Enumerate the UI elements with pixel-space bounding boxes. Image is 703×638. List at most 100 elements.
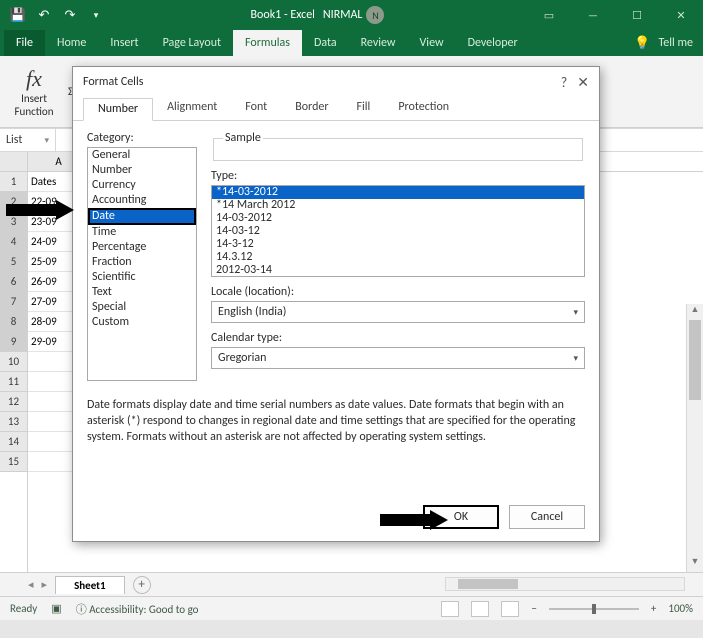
user-badge[interactable]: NIRMAL N [323,6,385,24]
dialog-titlebar[interactable]: Format Cells ? ✕ [73,67,599,97]
zoom-slider[interactable] [549,608,639,610]
row-header[interactable]: 13 [0,412,27,432]
zoom-handle[interactable] [592,604,596,614]
category-item[interactable]: Number [88,163,196,178]
row-header[interactable]: 15 [0,452,27,472]
window-controls: ▭ — ☐ ✕ [527,0,703,30]
sample-label: Sample [223,131,263,145]
category-item[interactable]: Text [88,285,196,300]
accessibility-status[interactable]: ⓘ Accessibility: Good to go [76,601,199,617]
row-header[interactable]: 7 [0,292,27,312]
dialog-tab-font[interactable]: Font [231,97,281,120]
zoom-in-button[interactable]: + [651,602,656,615]
tab-home[interactable]: Home [45,30,98,56]
view-normal-button[interactable] [441,601,459,617]
type-item[interactable]: 14-3-12 [212,238,584,251]
sheet-nav-next-icon[interactable]: ▸ [42,578,48,591]
ribbon-display-options-icon[interactable]: ▭ [527,0,571,30]
sample-box: Sample [213,131,583,161]
type-item[interactable]: 14-03-12 [212,225,584,238]
tab-formulas[interactable]: Formulas [233,30,302,56]
maximize-button[interactable]: ☐ [615,0,659,30]
scroll-thumb[interactable] [458,579,518,589]
row-header[interactable]: 12 [0,392,27,412]
chevron-down-icon: ▾ [573,353,578,364]
dialog-tab-alignment[interactable]: Alignment [153,97,231,120]
insert-function-label: Insert Function [6,92,62,118]
tab-data[interactable]: Data [302,30,349,56]
cancel-button[interactable]: Cancel [509,505,585,529]
tab-file[interactable]: File [4,30,45,56]
type-list[interactable]: *14-03-2012*14 March 201214-03-201214-03… [211,185,585,277]
tab-developer[interactable]: Developer [456,30,530,56]
zoom-value[interactable]: 100% [668,602,693,615]
scroll-thumb[interactable] [689,320,701,400]
row-header[interactable]: 14 [0,432,27,452]
save-icon[interactable]: 💾 [6,3,30,27]
sheet-tab-bar: ◂ ▸ Sheet1 + [0,572,703,596]
type-item[interactable]: 2012-03-14 [212,264,584,277]
format-description: Date formats display date and time seria… [87,397,585,446]
macro-record-icon[interactable]: ▣ [51,602,61,615]
view-page-layout-button[interactable] [471,601,489,617]
row-header[interactable]: 9 [0,332,27,352]
tab-page-layout[interactable]: Page Layout [151,30,233,56]
category-item[interactable]: Custom [88,315,196,330]
tab-view[interactable]: View [408,30,456,56]
category-label: Category: [87,131,197,145]
category-item[interactable]: Percentage [88,240,196,255]
tab-review[interactable]: Review [349,30,408,56]
horizontal-scrollbar[interactable] [445,577,685,591]
tellme-label[interactable]: Tell me [658,36,693,50]
sheet-nav-prev-icon[interactable]: ◂ [28,578,34,591]
select-all-corner[interactable] [0,152,27,172]
row-header[interactable]: 4 [0,232,27,252]
category-list[interactable]: GeneralNumberCurrencyAccountingDateTimeP… [87,147,197,381]
ribbon-tabs: File Home Insert Page Layout Formulas Da… [0,30,703,56]
row-header[interactable]: 5 [0,252,27,272]
qat-customize-icon[interactable]: ▾ [84,3,108,27]
tab-insert[interactable]: Insert [98,30,150,56]
category-item[interactable]: Currency [88,178,196,193]
name-box[interactable]: List ▾ [0,129,56,151]
close-window-button[interactable]: ✕ [659,0,703,30]
quick-access-toolbar: 💾 ↶ ↷ ▾ [0,3,108,27]
insert-function-button[interactable]: fx Insert Function [6,66,62,118]
calendar-value: Gregorian [218,351,266,365]
category-item[interactable]: Accounting [88,193,196,208]
vertical-scrollbar[interactable]: ▲ ▼ [686,304,703,572]
redo-icon[interactable]: ↷ [58,3,82,27]
row-header[interactable]: 6 [0,272,27,292]
calendar-combo[interactable]: Gregorian ▾ [211,347,585,369]
scroll-up-icon[interactable]: ▲ [687,304,703,320]
category-item[interactable]: Fraction [88,255,196,270]
category-item[interactable]: Special [88,300,196,315]
category-item[interactable]: General [88,148,196,163]
add-sheet-button[interactable]: + [133,576,151,594]
close-icon[interactable]: ✕ [577,74,589,91]
undo-icon[interactable]: ↶ [32,3,56,27]
chevron-down-icon: ▾ [573,307,578,318]
row-header[interactable]: 1 [0,172,27,192]
sheet-tab-active[interactable]: Sheet1 [55,576,125,594]
category-item[interactable]: Date [88,208,196,225]
dialog-tab-number[interactable]: Number [83,98,153,121]
zoom-out-button[interactable]: − [531,602,536,615]
row-header[interactable]: 11 [0,372,27,392]
type-item[interactable]: 14-03-2012 [212,212,584,225]
dialog-tab-fill[interactable]: Fill [343,97,385,120]
scroll-down-icon[interactable]: ▼ [687,556,703,572]
row-header[interactable]: 8 [0,312,27,332]
category-item[interactable]: Scientific [88,270,196,285]
row-header[interactable]: 10 [0,352,27,372]
avatar: N [366,6,384,24]
help-icon[interactable]: ? [561,74,568,91]
locale-combo[interactable]: English (India) ▾ [211,301,585,323]
minimize-button[interactable]: — [571,0,615,30]
annotation-arrow-category [6,200,74,220]
dialog-tab-border[interactable]: Border [281,97,342,120]
view-page-break-button[interactable] [501,601,519,617]
dialog-tabs: Number Alignment Font Border Fill Protec… [73,97,599,121]
category-item[interactable]: Time [88,225,196,240]
dialog-tab-protection[interactable]: Protection [384,97,463,120]
